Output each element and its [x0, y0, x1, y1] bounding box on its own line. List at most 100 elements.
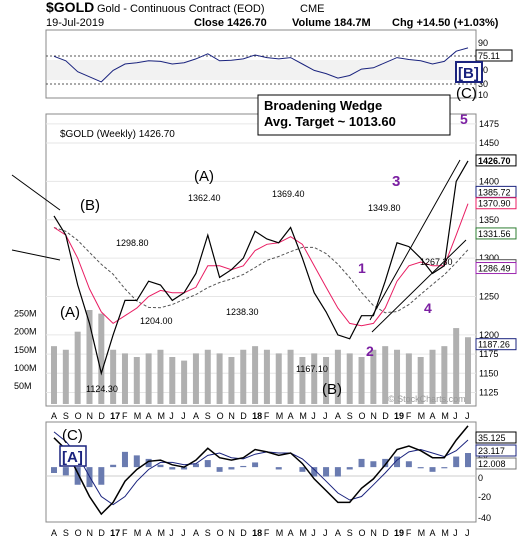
volume-bar: [275, 353, 282, 404]
month-label: F: [122, 528, 128, 538]
month-label: M: [299, 528, 307, 538]
month-label: F: [122, 411, 128, 421]
price-tick-label: 1175: [479, 349, 498, 359]
macd-hist-bar: [358, 458, 365, 468]
month-label: N: [228, 411, 235, 421]
month-label: D: [98, 411, 105, 421]
month-label: O: [217, 411, 224, 421]
month-label: J: [323, 528, 328, 538]
price-tick-label: 1475: [479, 119, 499, 129]
wave-label-A-bracket: [A]: [62, 449, 83, 466]
volume-bar: [145, 353, 152, 404]
macd-hist-bar: [334, 467, 341, 477]
macd-hist-bar: [275, 467, 282, 470]
volume-bar: [204, 349, 211, 404]
macd-hist-bar: [252, 462, 259, 468]
month-label: J: [181, 411, 186, 421]
month-label: J: [169, 411, 174, 421]
price-label: 1349.80: [368, 203, 401, 213]
price-tick-label: 1350: [479, 215, 499, 225]
watermark: © StockCharts.com: [388, 394, 466, 404]
month-label: A: [430, 411, 436, 421]
value-tag-label: 1385.72: [478, 187, 511, 197]
macd-hist-bar: [121, 451, 128, 468]
month-label: D: [240, 411, 247, 421]
month-label: F: [406, 528, 412, 538]
volume-tick-label: 200M: [14, 327, 37, 337]
volume-bar: [121, 353, 128, 404]
volume-tick-label: 150M: [14, 345, 37, 355]
wave-label: 1: [358, 260, 366, 276]
macd-tick-neg40: -40: [478, 513, 491, 523]
rsi-tick-10: 10: [478, 90, 488, 100]
volume-bar: [181, 360, 188, 404]
month-label: A: [193, 528, 199, 538]
volume-bar: [465, 337, 471, 404]
month-axis-macd: A S O N D 17 F M A M J J A S O N D 18 F M A M J J A S O N D 19 F M A M J J: [51, 528, 470, 538]
rsi-tick-90: 90: [478, 38, 488, 48]
month-label: M: [276, 411, 284, 421]
macd-hist-bar: [370, 461, 377, 468]
month-label: J: [465, 528, 470, 538]
annotation-line: Avg. Target ~ 1013.60: [264, 114, 396, 129]
volume-bar: [252, 346, 259, 404]
volume-bar: [240, 349, 247, 404]
month-label: O: [359, 528, 366, 538]
header-date: 19-Jul-2019: [46, 17, 104, 29]
month-label: S: [63, 411, 69, 421]
month-label: A: [51, 411, 57, 421]
volume-bar: [169, 357, 176, 404]
month-label: S: [63, 528, 69, 538]
volume-bar: [74, 331, 81, 404]
price-label: 1238.30: [226, 307, 259, 317]
month-label: 17: [110, 528, 120, 538]
rsi-panel: 90 70 50 30 10 75.11 [B] (C): [45, 29, 513, 102]
month-label: 18: [252, 528, 262, 538]
macd-hist-bar: [169, 467, 176, 470]
exchange: CME: [300, 3, 324, 15]
volume-bar: [110, 349, 117, 404]
volume-bar: [62, 349, 69, 404]
month-label: M: [299, 411, 307, 421]
volume-bar: [453, 328, 460, 404]
month-label: J: [465, 411, 470, 421]
price-tick-label: 1450: [479, 138, 499, 148]
month-label: J: [311, 411, 316, 421]
month-label: M: [134, 528, 142, 538]
month-label: A: [335, 411, 341, 421]
macd-value-3: 12.008: [478, 459, 506, 469]
macd-hist-bar: [346, 467, 353, 470]
wave-label-C-macd: (C): [62, 427, 83, 444]
macd-hist-bar: [441, 467, 448, 469]
macd-hist-bar: [429, 467, 436, 472]
wave-label-C-top: (C): [456, 85, 477, 102]
macd-hist-bar: [157, 464, 164, 468]
month-label: S: [347, 411, 353, 421]
symbol-title: $GOLD: [46, 0, 94, 15]
month-label: O: [75, 411, 82, 421]
volume-tick-label: 50M: [14, 381, 32, 391]
volume-tick-label: 100M: [14, 363, 37, 373]
month-label: A: [51, 528, 57, 538]
volume-bar: [157, 349, 164, 404]
header-close: Close 1426.70: [194, 17, 267, 29]
month-label: A: [288, 411, 294, 421]
macd-hist-bar: [405, 461, 412, 468]
wave-label: 3: [392, 173, 400, 190]
header-change: Chg +14.50 (+1.03%): [392, 17, 499, 29]
month-label: D: [240, 528, 247, 538]
volume-bar: [228, 357, 235, 404]
volume-bar: [216, 353, 223, 404]
gold-chart: $GOLD Gold - Continuous Contract (EOD) C…: [11, 0, 517, 538]
wave-label: (A): [194, 168, 214, 185]
price-legend: $GOLD (Weekly) 1426.70: [60, 129, 175, 140]
wave-label: (B): [80, 197, 100, 214]
month-label: S: [205, 411, 211, 421]
month-label: 18: [252, 411, 262, 421]
month-label: J: [453, 528, 458, 538]
volume-tick-label: 250M: [14, 309, 37, 319]
volume-bar: [311, 353, 318, 404]
price-tick-label: 1150: [479, 368, 498, 378]
value-tag-label: 1286.49: [478, 264, 511, 274]
month-label: 19: [394, 411, 404, 421]
